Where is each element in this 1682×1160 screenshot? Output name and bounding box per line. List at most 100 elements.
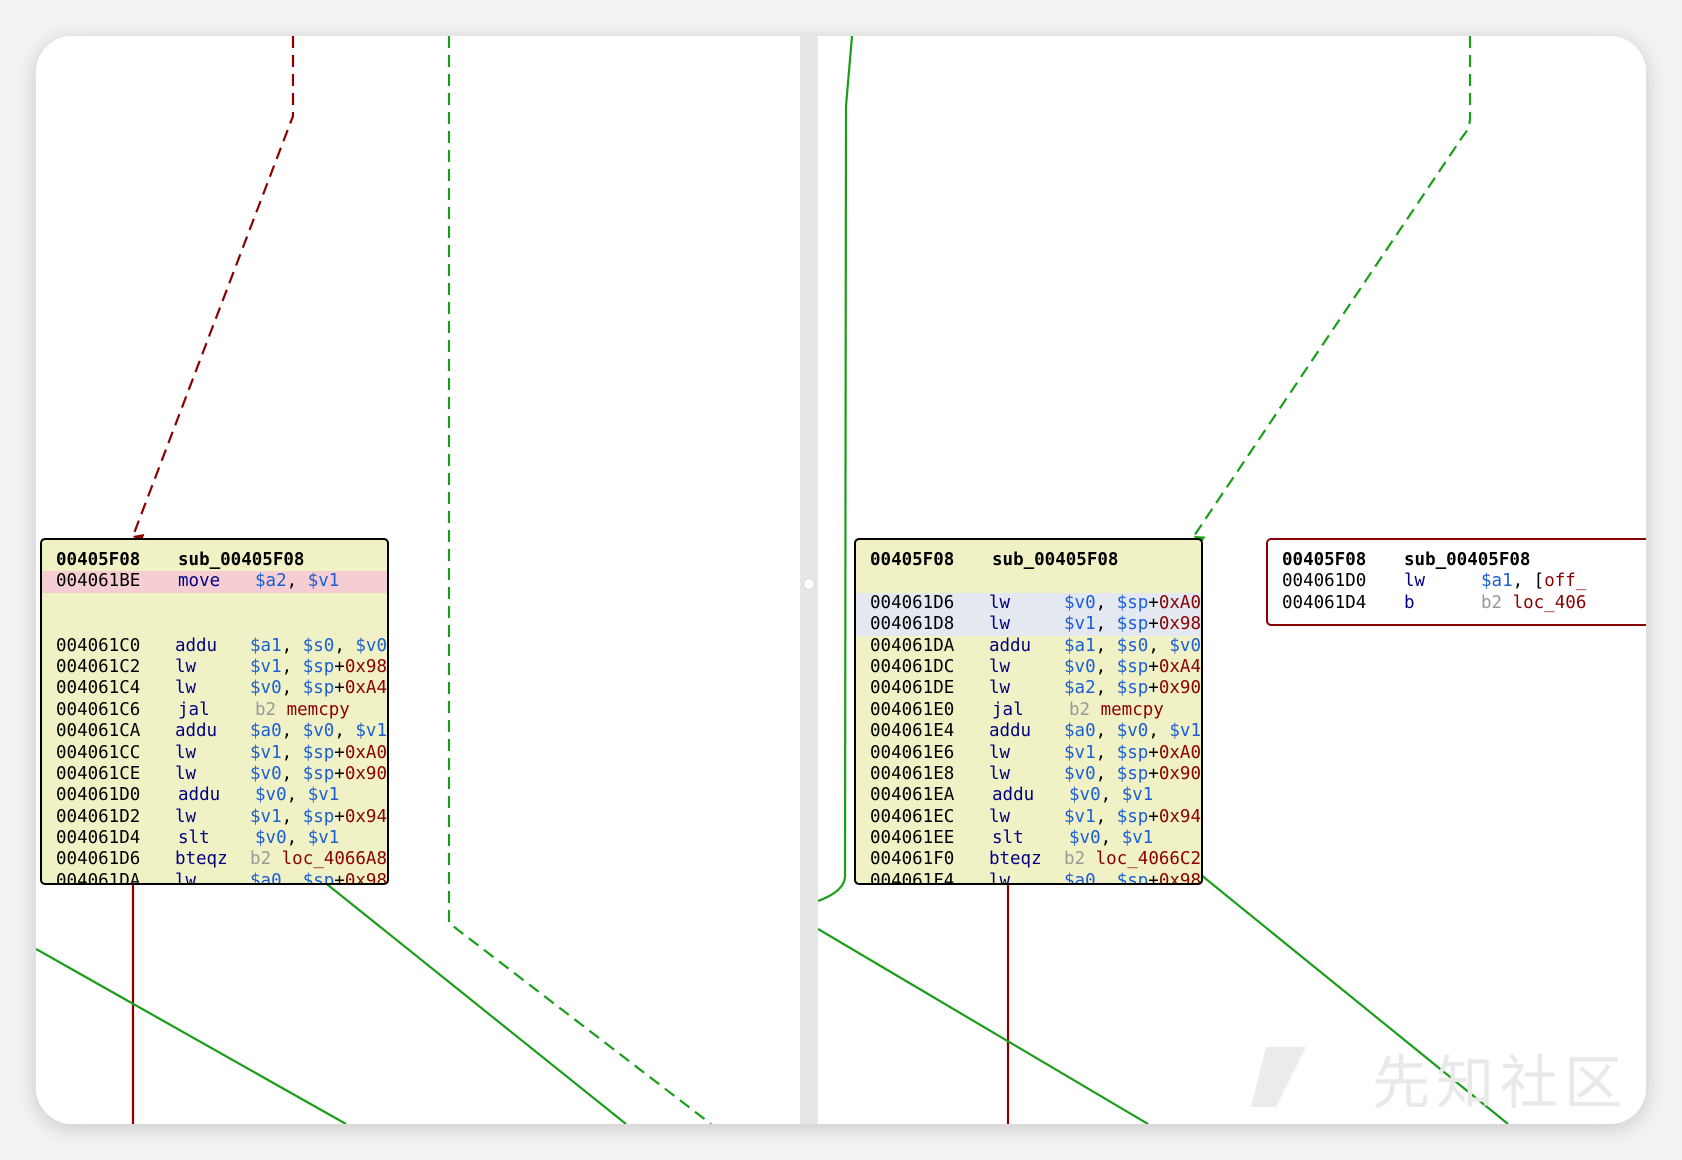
- splitter-grip-handle[interactable]: [803, 578, 815, 590]
- operand-reg[interactable]: $v0: [250, 764, 282, 784]
- operand-reg[interactable]: $sp: [1117, 871, 1149, 883]
- instruction-row[interactable]: 004061D4 slt $v0, $v1: [42, 828, 387, 849]
- operand-reg[interactable]: $a0: [1064, 871, 1096, 883]
- operand-reg[interactable]: $a1: [1481, 571, 1513, 591]
- instruction-address: 004061EA: [870, 785, 955, 806]
- operand-reg[interactable]: $v0: [1169, 636, 1201, 656]
- operand-reg[interactable]: $v1: [250, 807, 282, 827]
- instruction-row[interactable]: 004061C4 lw $v0, $sp+0xA4: [42, 678, 387, 699]
- operand-reg[interactable]: $a0: [250, 871, 282, 883]
- operand-num: 0x90: [344, 763, 387, 784]
- instruction-row[interactable]: 004061EA addu $v0, $v1: [856, 785, 1201, 806]
- operand-reg[interactable]: $a0: [1064, 721, 1096, 741]
- operand-reg[interactable]: $v0: [1064, 593, 1096, 613]
- operand-reg[interactable]: $v0: [1064, 764, 1096, 784]
- operand-reg[interactable]: $v0: [255, 785, 287, 805]
- operand-reg[interactable]: $v0: [255, 828, 287, 848]
- instruction-row[interactable]: 004061D6 bteqz b2 loc_4066A8: [42, 849, 387, 870]
- operand-reg[interactable]: $sp: [1117, 657, 1149, 677]
- graph-pane-right[interactable]: 00405F08 sub_00405F08 004061D6 lw $v0, $sp…: [818, 36, 1646, 1124]
- function-name[interactable]: sub_00405F08: [1404, 550, 1530, 571]
- instruction-row[interactable]: 004061D4 b b2 loc_406: [1268, 593, 1646, 614]
- instruction-row[interactable]: 004061CC lw $v1, $sp+0xA0: [42, 743, 387, 764]
- operand-reg[interactable]: $v0: [1064, 657, 1096, 677]
- instruction-row[interactable]: 004061C0 addu $a1, $s0, $v0: [42, 636, 387, 657]
- operand-reg[interactable]: $v0: [1069, 828, 1101, 848]
- operand-sym[interactable]: memcpy: [1101, 700, 1164, 720]
- instruction-row[interactable]: 004061F0 bteqz b2 loc_4066C2: [856, 849, 1201, 870]
- operand-reg[interactable]: $v1: [1064, 614, 1096, 634]
- function-name[interactable]: sub_00405F08: [178, 550, 304, 571]
- operand-reg[interactable]: $v0: [355, 636, 387, 656]
- operand-reg[interactable]: $v0: [1117, 721, 1149, 741]
- instruction-row[interactable]: 004061E0 jal b2 memcpy: [856, 700, 1201, 721]
- instruction-row[interactable]: 004061F4 lw $a0, $sp+0x98: [856, 871, 1201, 883]
- operand-reg[interactable]: $v1: [308, 828, 340, 848]
- operand-reg[interactable]: $v1: [1064, 807, 1096, 827]
- operand-reg[interactable]: $sp: [303, 678, 335, 698]
- instruction-row[interactable]: 004061DA addu $a1, $s0, $v0: [856, 636, 1201, 657]
- instruction-row[interactable]: 004061CE lw $v0, $sp+0x90: [42, 764, 387, 785]
- instruction-row[interactable]: 004061C2 lw $v1, $sp+0x98: [42, 657, 387, 678]
- operand-reg[interactable]: $sp: [303, 657, 335, 677]
- operand-reg[interactable]: $v1: [308, 785, 340, 805]
- operand-reg[interactable]: $sp: [303, 871, 335, 883]
- instruction-row[interactable]: 004061DE lw $a2, $sp+0x90: [856, 678, 1201, 699]
- basic-block-partial[interactable]: 00405F08 sub_00405F08 004061D0 lw $a1, [of…: [1266, 538, 1646, 626]
- operand-reg[interactable]: $v1: [1122, 785, 1154, 805]
- operand-reg[interactable]: $v1: [250, 657, 282, 677]
- instruction-row[interactable]: 004061E8 lw $v0, $sp+0x90: [856, 764, 1201, 785]
- operand-reg[interactable]: $v1: [250, 743, 282, 763]
- operand-reg[interactable]: $v1: [1169, 721, 1201, 741]
- operand-sym[interactable]: loc_4066C2: [1096, 849, 1201, 869]
- instruction-row[interactable]: 004061C6 jal b2 memcpy: [42, 700, 387, 721]
- operand-sym[interactable]: memcpy: [287, 700, 350, 720]
- instruction-row[interactable]: 004061DA lw $a0, $sp+0x98: [42, 871, 387, 883]
- instruction-row[interactable]: 004061E4 addu $a0, $v0, $v1: [856, 721, 1201, 742]
- operand-reg[interactable]: $a0: [250, 721, 282, 741]
- instruction-row[interactable]: 004061D8 lw $v1, $sp+0x98: [856, 614, 1201, 636]
- operand-reg[interactable]: $a1: [1064, 636, 1096, 656]
- operand-reg[interactable]: $sp: [303, 743, 335, 763]
- function-name[interactable]: sub_00405F08: [992, 550, 1118, 571]
- operand-plain: +: [334, 742, 345, 763]
- instruction-row[interactable]: 004061DC lw $v0, $sp+0xA4: [856, 657, 1201, 678]
- operand-reg[interactable]: $s0: [303, 636, 335, 656]
- basic-block-left[interactable]: 00405F08 sub_00405F08 004061BE move $a2,…: [40, 538, 389, 885]
- operand-reg[interactable]: $sp: [303, 764, 335, 784]
- operand-sym[interactable]: loc_406: [1513, 593, 1587, 613]
- operand-reg[interactable]: $sp: [1117, 614, 1149, 634]
- instruction-row[interactable]: 004061D6 lw $v0, $sp+0xA0: [856, 592, 1201, 615]
- pane-splitter[interactable]: [800, 36, 818, 1124]
- operand-reg[interactable]: $sp: [1117, 807, 1149, 827]
- instruction-row[interactable]: 004061EC lw $v1, $sp+0x94: [856, 807, 1201, 828]
- basic-block-right[interactable]: 00405F08 sub_00405F08 004061D6 lw $v0, $sp…: [854, 538, 1203, 885]
- instruction-row[interactable]: 004061D2 lw $v1, $sp+0x94: [42, 807, 387, 828]
- operand-reg[interactable]: $v0: [303, 721, 335, 741]
- instruction-row[interactable]: 004061D0 lw $a1, [off_: [1268, 571, 1646, 592]
- instruction-row[interactable]: 004061EE slt $v0, $v1: [856, 828, 1201, 849]
- graph-pane-left[interactable]: 00405F08 sub_00405F08 004061BE move $a2,…: [36, 36, 800, 1124]
- operand-sym[interactable]: off_: [1544, 571, 1586, 591]
- operand-reg[interactable]: $v0: [250, 678, 282, 698]
- operand-reg[interactable]: $v0: [1069, 785, 1101, 805]
- instruction-row[interactable]: 004061CA addu $a0, $v0, $v1: [42, 721, 387, 742]
- operand-reg[interactable]: $v1: [355, 721, 387, 741]
- instruction-row[interactable]: 004061D0 addu $v0, $v1: [42, 785, 387, 806]
- operand-reg[interactable]: $sp: [303, 807, 335, 827]
- operand-reg[interactable]: $a1: [250, 636, 282, 656]
- operand-reg[interactable]: $a2: [255, 571, 287, 591]
- operand-reg[interactable]: $sp: [1117, 678, 1149, 698]
- instruction-row-highlighted[interactable]: 004061BE move $a2, $v1: [42, 571, 387, 593]
- instruction-row[interactable]: 004061E6 lw $v1, $sp+0xA0: [856, 743, 1201, 764]
- operand-reg[interactable]: $sp: [1117, 764, 1149, 784]
- operand-reg[interactable]: $s0: [1117, 636, 1149, 656]
- operand-reg[interactable]: $v1: [308, 571, 340, 591]
- operand-reg[interactable]: $sp: [1117, 743, 1149, 763]
- operand-reg[interactable]: $sp: [1117, 593, 1149, 613]
- instruction-address: 004061E8: [870, 763, 955, 784]
- operand-reg[interactable]: $v1: [1122, 828, 1154, 848]
- operand-reg[interactable]: $a2: [1064, 678, 1096, 698]
- operand-reg[interactable]: $v1: [1064, 743, 1096, 763]
- operand-sym[interactable]: loc_4066A8: [282, 849, 387, 869]
